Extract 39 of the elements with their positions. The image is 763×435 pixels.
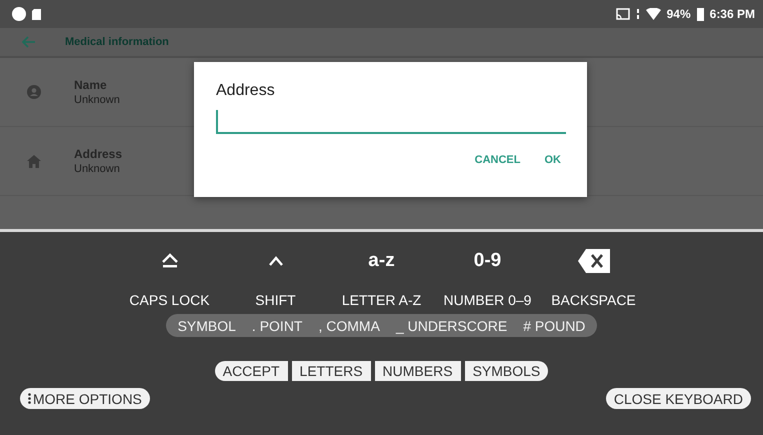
close-keyboard-button[interactable]: CLOSE KEYBOARD [606, 388, 751, 409]
battery-percent: 94% [666, 7, 691, 21]
key-caption: LETTER A-Z [342, 292, 422, 308]
symbol-key[interactable]: _ UNDERSCORE [390, 318, 514, 334]
caret-up-icon [268, 256, 284, 266]
sd-card-icon [32, 8, 41, 20]
key-caption: CAPS LOCK [129, 292, 210, 308]
key-caption: SHIFT [255, 292, 296, 308]
battery-icon [696, 8, 704, 20]
mode-button[interactable]: ACCEPT [214, 361, 288, 381]
item-label: Name [74, 78, 108, 92]
circle-icon [12, 7, 26, 21]
caps-lock-icon [160, 253, 178, 269]
symbol-key[interactable]: . POINT [246, 318, 308, 334]
mode-button[interactable]: LETTERS [292, 361, 371, 381]
wifi-icon [646, 8, 661, 20]
address-input[interactable] [216, 110, 566, 134]
more-vertical-icon [28, 393, 31, 404]
dialog-title: Address [216, 82, 276, 100]
keyboard-key[interactable]: a-z [364, 244, 399, 278]
symbol-key[interactable]: SYMBOL [172, 318, 242, 334]
cast-icon [616, 8, 630, 20]
item-label: Address [74, 147, 122, 161]
backspace-icon [576, 248, 610, 274]
mode-button[interactable]: NUMBERS [374, 361, 461, 381]
item-value: Unknown [74, 94, 120, 106]
symbol-key[interactable]: , COMMA [312, 318, 386, 334]
key-caption: NUMBER 0–9 [444, 292, 532, 308]
key-caption: BACKSPACE [551, 292, 636, 308]
more-options-button[interactable]: MORE OPTIONS [20, 388, 150, 409]
keyboard-key[interactable]: 0-9 [470, 244, 506, 278]
mode-button[interactable]: SYMBOLS [464, 361, 548, 381]
data-arrows-icon [636, 9, 640, 19]
account-icon [27, 85, 41, 99]
clock-time: 6:36 PM [710, 7, 755, 21]
symbol-key[interactable]: # POUND [517, 318, 592, 334]
item-value: Unknown [74, 163, 121, 175]
app-bar-title: Medical information [65, 36, 169, 48]
home-icon [27, 154, 41, 168]
